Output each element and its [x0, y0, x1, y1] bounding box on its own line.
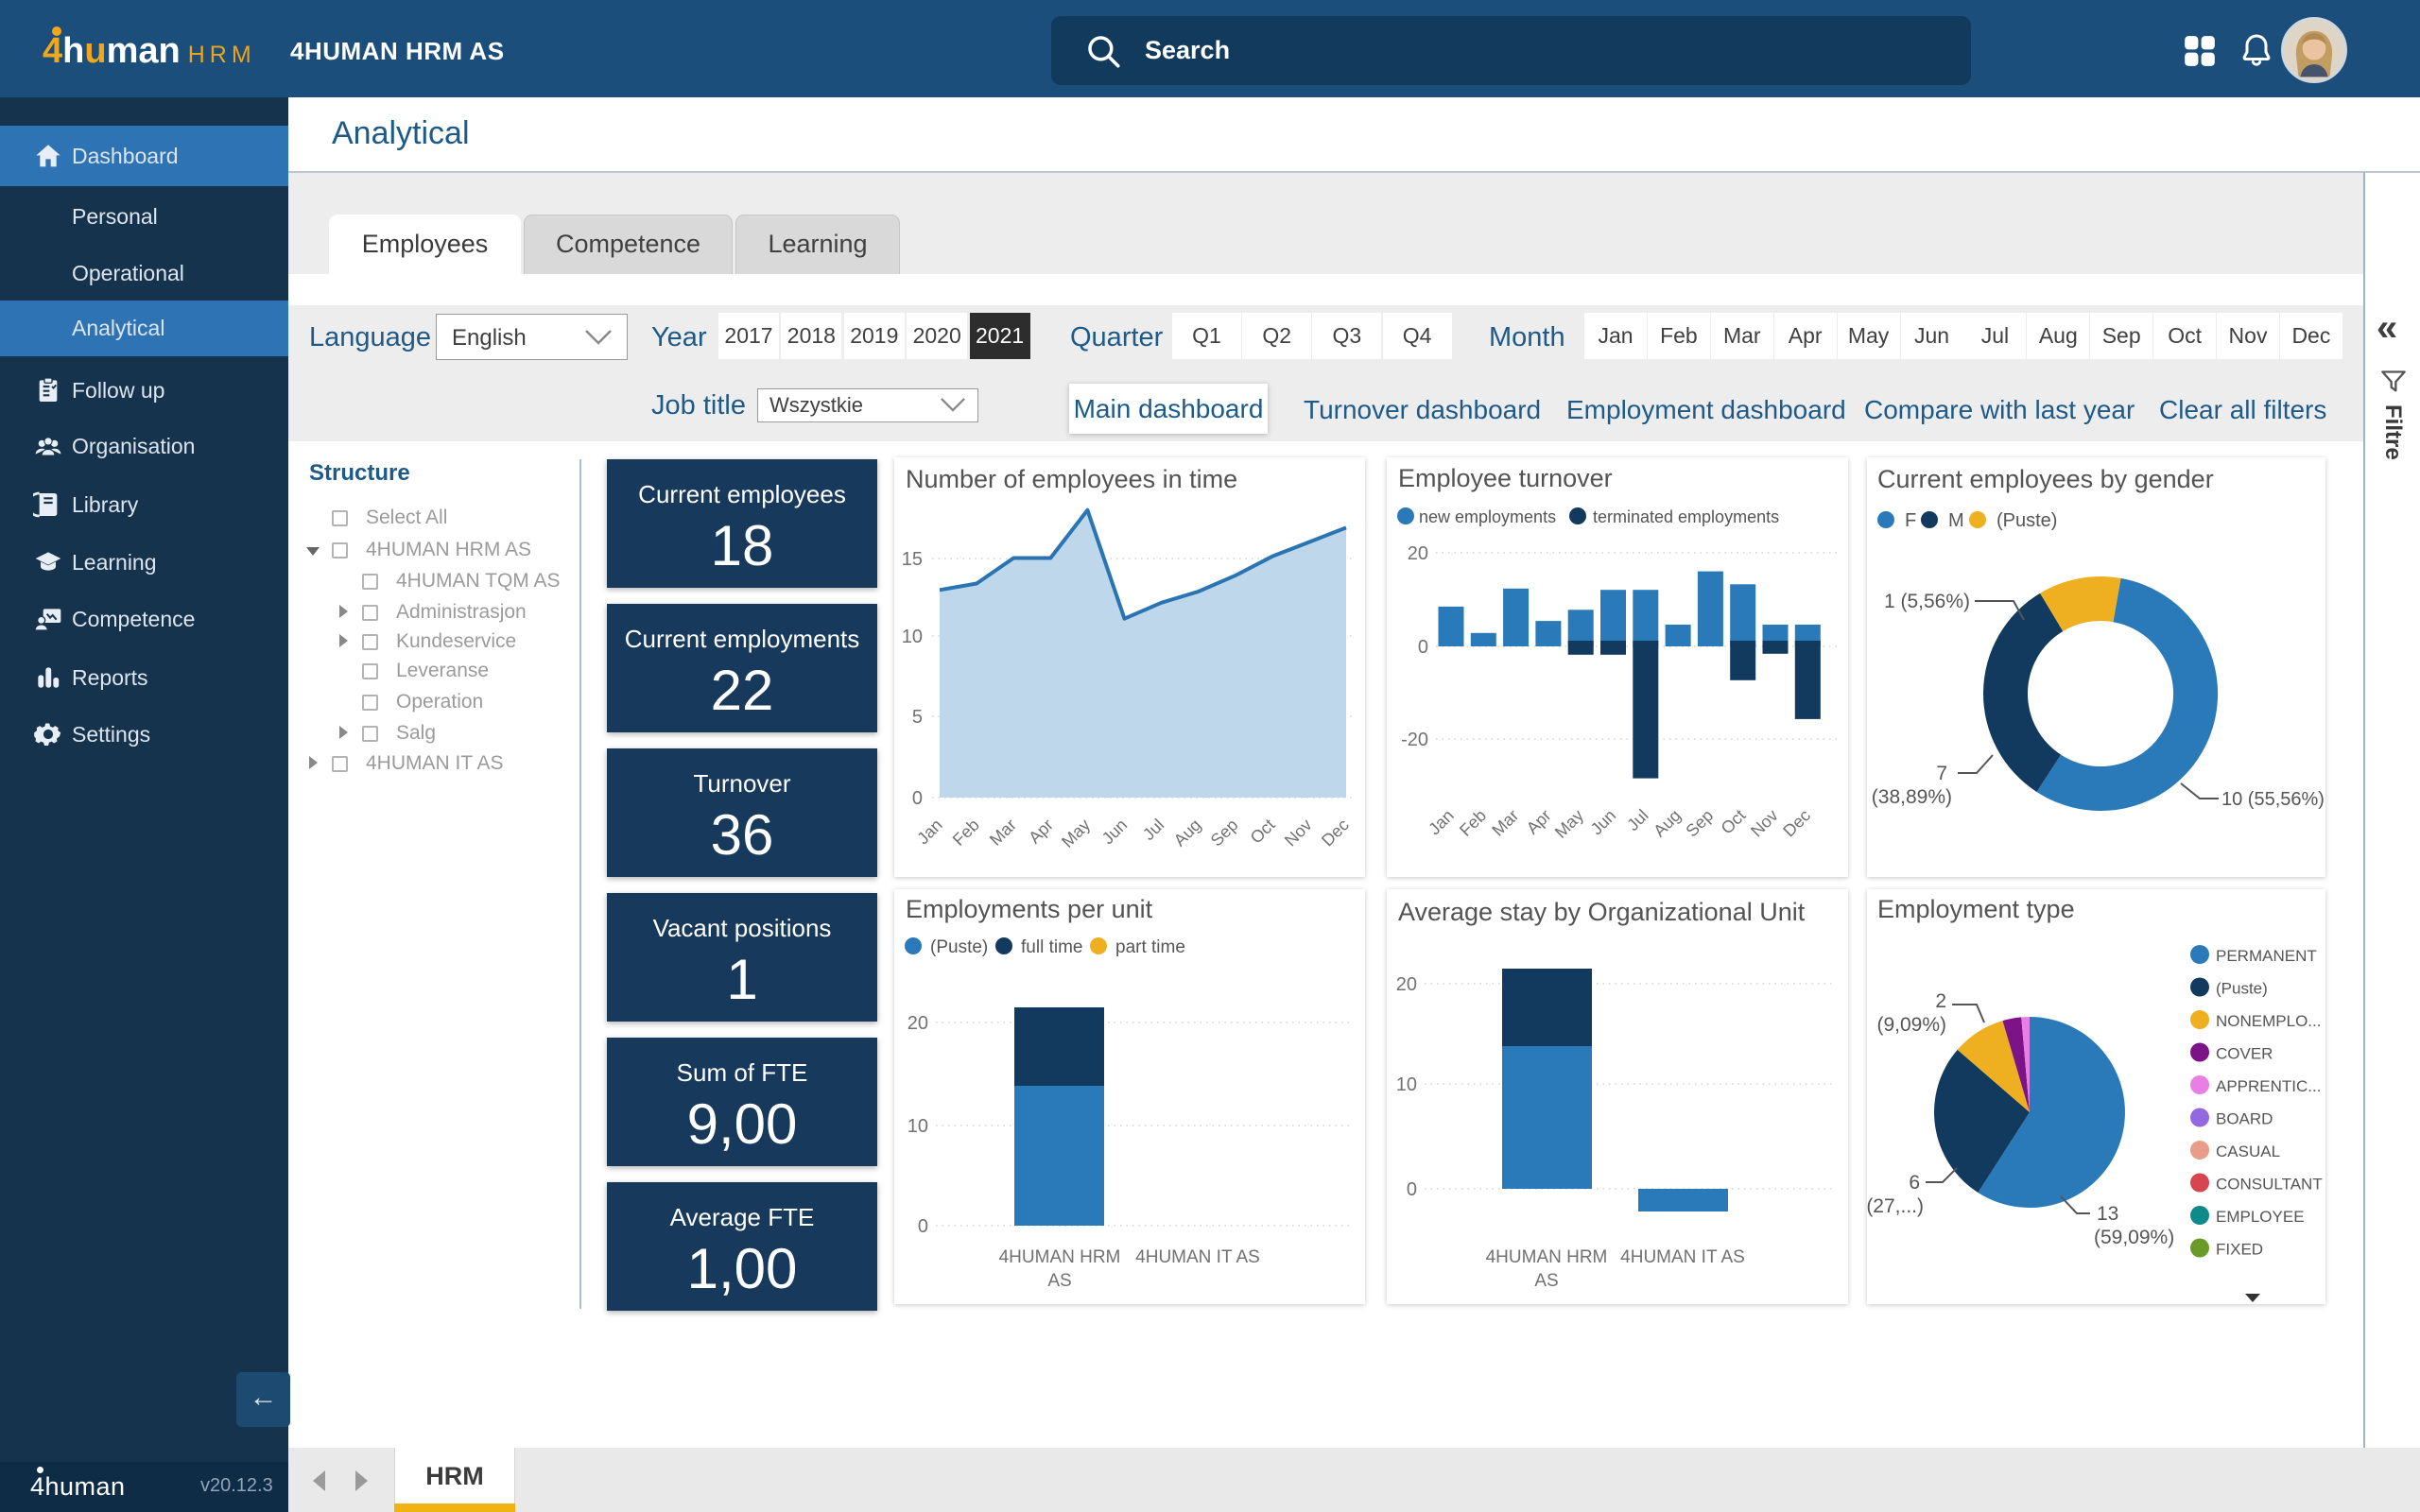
svg-text:4HUMAN HRM: 4HUMAN HRM — [999, 1247, 1121, 1267]
svg-text:FIXED: FIXED — [2216, 1241, 2263, 1259]
svg-text:Jun: Jun — [1587, 806, 1620, 839]
svg-text:0: 0 — [1407, 1179, 1417, 1200]
svg-text:CASUAL: CASUAL — [2216, 1143, 2280, 1160]
svg-text:Dec: Dec — [1779, 806, 1814, 841]
svg-text:Employments per unit: Employments per unit — [906, 895, 1153, 923]
svg-text:(Puste): (Puste) — [2216, 980, 2268, 998]
svg-text:Aug: Aug — [1650, 806, 1685, 841]
svg-text:20: 20 — [1408, 543, 1428, 564]
svg-text:4HUMAN IT AS: 4HUMAN IT AS — [1620, 1247, 1745, 1267]
svg-text:part time: part time — [1115, 937, 1185, 957]
svg-text:Apr: Apr — [1025, 816, 1057, 848]
svg-text:May: May — [1058, 816, 1094, 851]
svg-text:10: 10 — [902, 627, 923, 647]
svg-text:4HUMAN IT AS: 4HUMAN IT AS — [1135, 1247, 1260, 1267]
svg-text:Feb: Feb — [1456, 806, 1490, 840]
svg-text:10 (55,56%): 10 (55,56%) — [2221, 789, 2325, 810]
svg-text:Jan: Jan — [913, 816, 946, 849]
svg-text:20: 20 — [908, 1013, 928, 1034]
svg-text:Oct: Oct — [1718, 806, 1750, 838]
svg-text:20: 20 — [1396, 974, 1417, 995]
svg-text:5: 5 — [912, 707, 923, 728]
svg-text:Dec: Dec — [1318, 816, 1353, 850]
svg-text:APPRENTIC...: APPRENTIC... — [2216, 1077, 2321, 1095]
svg-text:Average stay by Organizational: Average stay by Organizational Unit — [1398, 898, 1806, 926]
svg-text:2: 2 — [1935, 990, 1946, 1012]
svg-text:Jan: Jan — [1425, 806, 1458, 839]
svg-text:Sep: Sep — [1207, 816, 1242, 850]
svg-text:15: 15 — [902, 549, 923, 570]
svg-text:May: May — [1551, 806, 1587, 842]
svg-text:1 (5,56%): 1 (5,56%) — [1884, 591, 1970, 612]
svg-text:6: 6 — [1909, 1172, 1920, 1194]
svg-text:Mar: Mar — [1488, 806, 1522, 840]
svg-text:(59,09%): (59,09%) — [2094, 1227, 2174, 1248]
svg-text:AS: AS — [1534, 1271, 1558, 1291]
svg-text:Current employees by gender: Current employees by gender — [1877, 465, 2214, 493]
svg-text:Employment type: Employment type — [1877, 895, 2075, 923]
svg-text:7: 7 — [1936, 763, 1947, 784]
svg-text:CONSULTANT: CONSULTANT — [2216, 1176, 2323, 1194]
svg-text:NONEMPLO...: NONEMPLO... — [2216, 1012, 2321, 1030]
svg-text:AS: AS — [1047, 1271, 1071, 1291]
svg-text:10: 10 — [908, 1116, 928, 1137]
svg-text:EMPLOYEE: EMPLOYEE — [2216, 1208, 2305, 1226]
svg-text:Oct: Oct — [1247, 816, 1279, 848]
svg-text:COVER: COVER — [2216, 1045, 2273, 1063]
svg-text:(Puste): (Puste) — [1996, 510, 2057, 531]
svg-text:PERMANENT: PERMANENT — [2216, 947, 2317, 965]
svg-text:Nov: Nov — [1747, 806, 1782, 841]
svg-text:0: 0 — [912, 788, 923, 809]
svg-text:M: M — [1948, 510, 1964, 531]
svg-text:(Puste): (Puste) — [930, 937, 988, 957]
svg-text:Employee turnover: Employee turnover — [1398, 464, 1613, 492]
svg-text:Apr: Apr — [1523, 806, 1555, 838]
svg-text:Sep: Sep — [1682, 806, 1717, 841]
svg-text:-20: -20 — [1401, 730, 1428, 750]
svg-text:Jul: Jul — [1139, 816, 1167, 844]
svg-text:10: 10 — [1396, 1074, 1417, 1095]
svg-text:0: 0 — [1418, 637, 1428, 658]
svg-text:Aug: Aug — [1170, 816, 1205, 850]
svg-text:BOARD: BOARD — [2216, 1110, 2273, 1128]
svg-text:0: 0 — [918, 1216, 928, 1237]
svg-text:Feb: Feb — [949, 816, 983, 850]
svg-text:full time: full time — [1021, 937, 1082, 957]
svg-text:Number of employees in time: Number of employees in time — [906, 465, 1237, 493]
svg-text:terminated employments: terminated employments — [1593, 507, 1779, 526]
svg-text:4HUMAN HRM: 4HUMAN HRM — [1486, 1247, 1608, 1267]
svg-text:(27,...): (27,...) — [1867, 1195, 1924, 1217]
svg-text:Nov: Nov — [1281, 816, 1316, 850]
svg-text:F: F — [1905, 510, 1916, 531]
svg-text:Jul: Jul — [1623, 806, 1651, 834]
svg-text:new employments: new employments — [1419, 507, 1556, 526]
svg-text:(38,89%): (38,89%) — [1872, 786, 1952, 808]
svg-text:13: 13 — [2097, 1203, 2118, 1225]
svg-text:(9,09%): (9,09%) — [1876, 1014, 1946, 1036]
svg-text:Jun: Jun — [1098, 816, 1132, 849]
svg-text:Mar: Mar — [986, 816, 1020, 850]
